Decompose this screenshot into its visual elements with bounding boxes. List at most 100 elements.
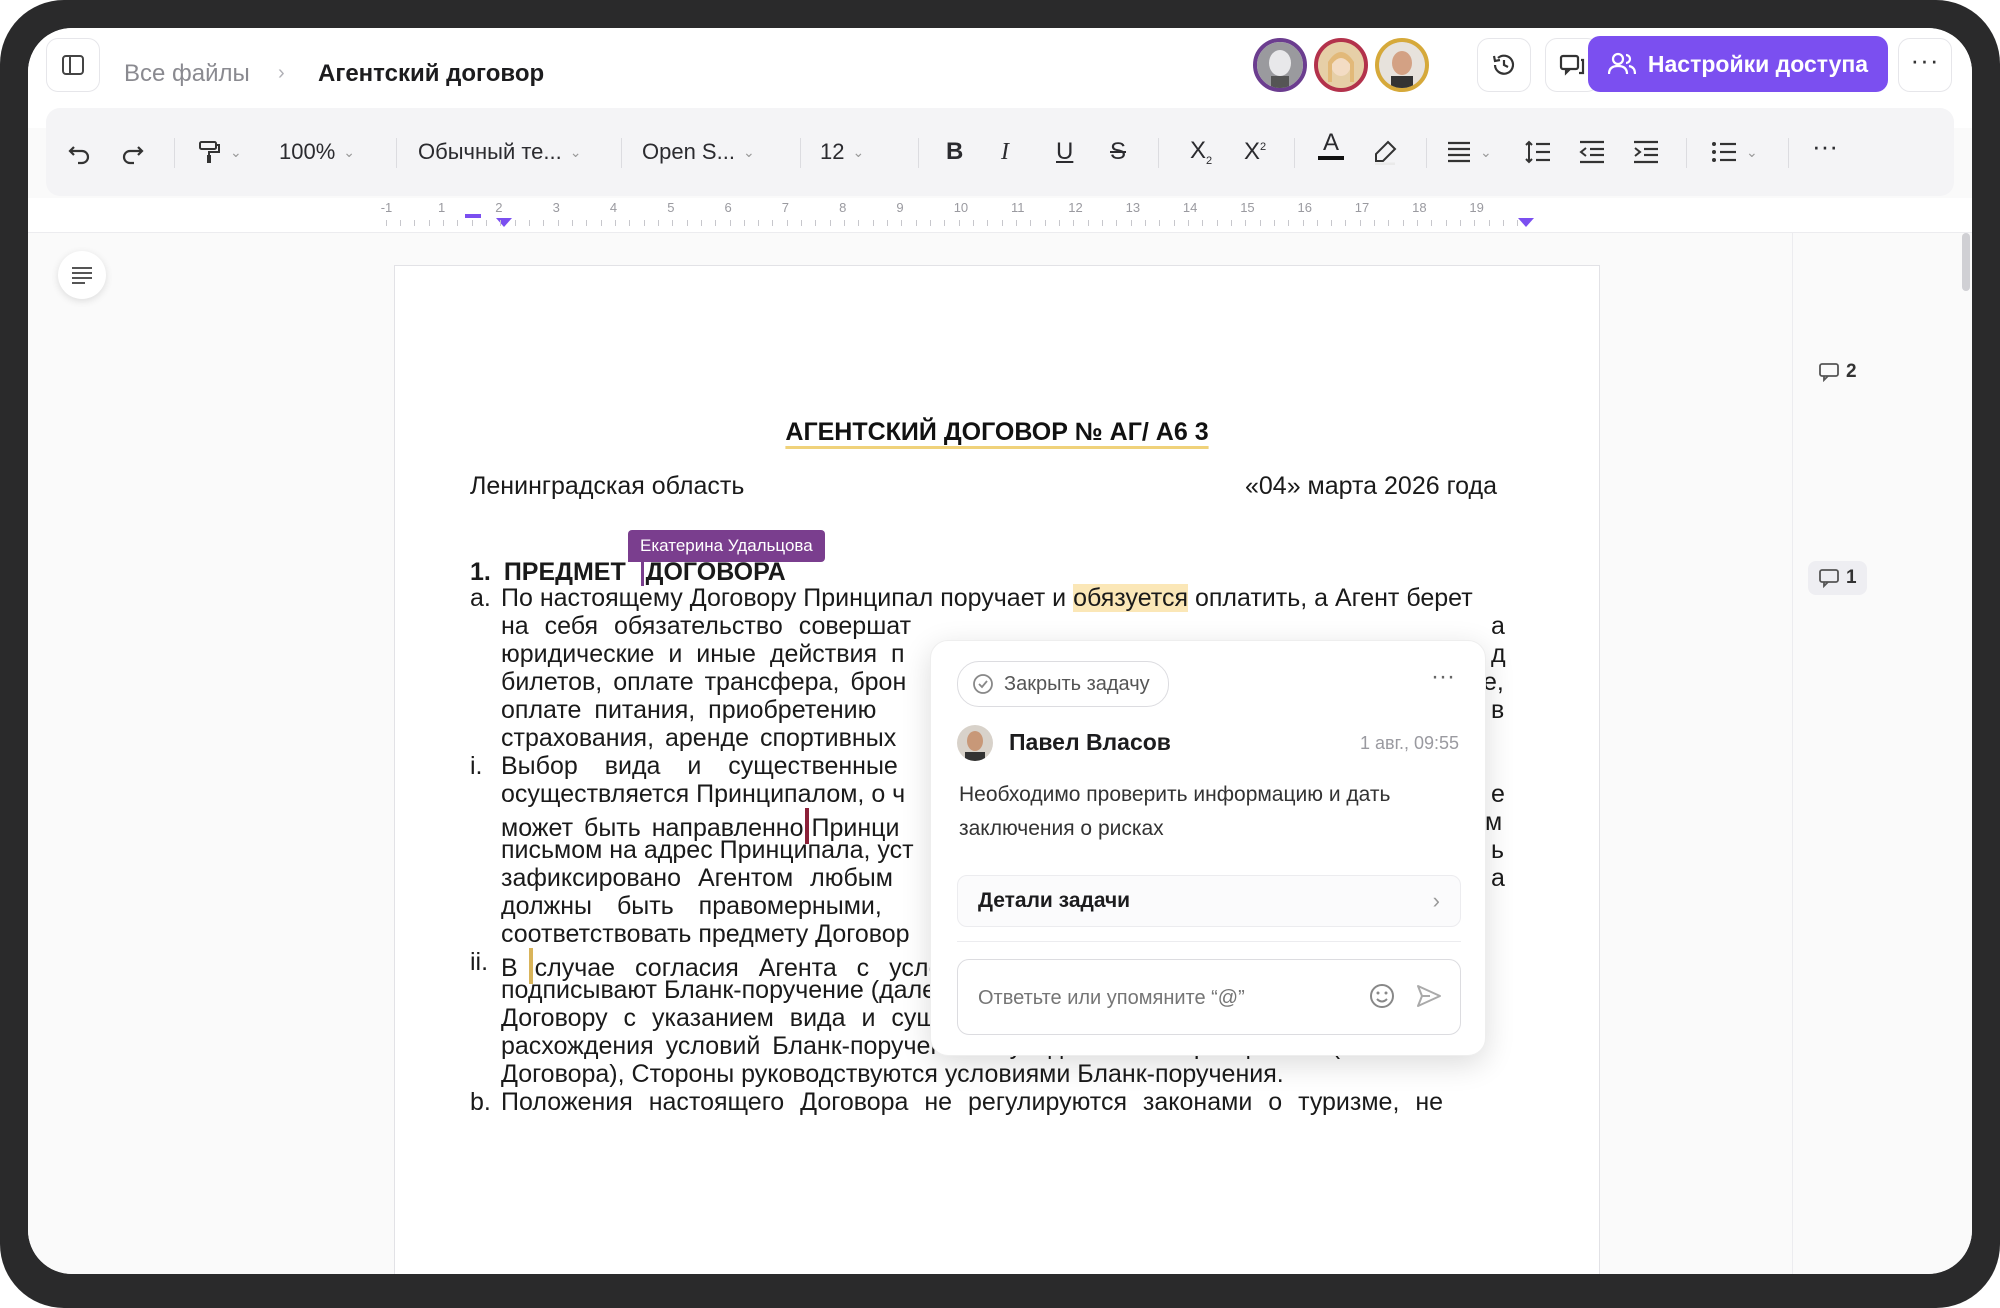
list-select[interactable]: ⌄: [1710, 130, 1758, 174]
paragraph-line: юридические и иные действия п: [501, 640, 905, 668]
breadcrumb-root[interactable]: Все файлы: [124, 60, 250, 88]
format-painter-button[interactable]: ⌄: [196, 130, 242, 174]
comment-thread-marker[interactable]: 2: [1818, 361, 1857, 383]
chevron-down-icon: ⌄: [1480, 143, 1492, 160]
outline-toggle-button[interactable]: [58, 251, 106, 299]
emoji-button[interactable]: [1368, 982, 1396, 1015]
ruler-tick: [1116, 220, 1117, 226]
align-select[interactable]: ⌄: [1446, 130, 1492, 174]
send-button[interactable]: [1416, 984, 1442, 1013]
ruler-tick: [887, 220, 888, 226]
ruler-tick: [658, 220, 659, 226]
subscript-icon: X2: [1190, 137, 1213, 167]
strikethrough-icon: S: [1110, 138, 1127, 165]
ruler-tick: [1245, 220, 1246, 226]
ruler[interactable]: -1 1 2 3 4 5 6 7 8 9 10 11 12 13 14 15 16 17 18 19: [28, 198, 1972, 233]
ruler-tick: [1030, 220, 1031, 226]
ruler-tick: [1002, 220, 1003, 226]
undo-button[interactable]: [66, 130, 92, 174]
ruler-tick: [730, 220, 731, 226]
ruler-tick: [1460, 220, 1461, 226]
ruler-number: 19: [1469, 200, 1484, 215]
document-canvas: АГЕНТСКИЙ ДОГОВОР № АГ/ А6 3 Ленинградск…: [28, 233, 1972, 1274]
comment-text-line: Необходимо проверить информацию и дать: [959, 783, 1391, 806]
document-region: Ленинградская область: [470, 472, 745, 500]
ruler-number: 9: [896, 200, 904, 215]
close-task-button[interactable]: Закрыть задачу: [957, 661, 1169, 707]
outdent-button[interactable]: [1578, 130, 1606, 174]
ruler-tick: [1374, 220, 1375, 226]
font-family-select[interactable]: Open S... ⌄: [642, 130, 755, 174]
line-spacing-button[interactable]: [1524, 130, 1552, 174]
comment-icon: [1819, 569, 1839, 588]
font-size-value: 12: [820, 139, 845, 164]
underline-button[interactable]: U: [1056, 130, 1073, 174]
paragraph-line: оплате питания, приобретению: [501, 696, 877, 724]
format-painter-icon: [199, 141, 220, 163]
text-color-button[interactable]: A: [1318, 130, 1344, 174]
avatar-face-icon: [1379, 42, 1425, 88]
italic-button[interactable]: I: [1001, 130, 1009, 174]
comment-count: 1: [1846, 567, 1857, 588]
redo-icon: [122, 146, 144, 165]
comment-text-line: заключения о рисках: [959, 817, 1164, 840]
ruler-tick: [1317, 220, 1318, 226]
ruler-right-indent-marker[interactable]: [1518, 218, 1534, 227]
ruler-indent-marker[interactable]: [496, 218, 512, 227]
superscript-button[interactable]: X2: [1244, 130, 1266, 174]
paragraph-line: е,: [1483, 668, 1504, 696]
task-details-button[interactable]: Детали задачи ›: [957, 875, 1461, 927]
ruler-tick: [758, 220, 759, 226]
ruler-tick: [1188, 220, 1189, 226]
document-title-text: АГЕНТСКИЙ ДОГОВОР № АГ/ А6 3: [785, 418, 1209, 446]
strikethrough-button[interactable]: S: [1110, 130, 1126, 174]
bold-button[interactable]: B: [946, 130, 963, 174]
highlight-button[interactable]: [1372, 130, 1398, 174]
subscript-button[interactable]: X2: [1190, 130, 1212, 174]
outdent-icon: [1579, 140, 1604, 164]
font-size-select[interactable]: 12 ⌄: [820, 130, 864, 174]
zoom-select[interactable]: 100% ⌄: [279, 130, 355, 174]
users-icon: [1607, 52, 1636, 75]
ruler-tick: [1202, 220, 1203, 226]
ruler-tick: [400, 220, 401, 226]
reply-input[interactable]: [976, 980, 1350, 1016]
paragraph-line: По настоящему Договору Принципал поручае…: [501, 584, 1473, 613]
ruler-tick: [543, 220, 544, 226]
avatar-user-2[interactable]: [1314, 38, 1368, 92]
ruler-number: 6: [724, 200, 732, 215]
redo-button[interactable]: [120, 130, 146, 174]
comment-thread-marker-active[interactable]: 1: [1808, 561, 1867, 595]
toolbar-more-button[interactable]: ···: [1812, 130, 1838, 174]
ruler-tick: [801, 220, 802, 226]
comments-icon: [1559, 54, 1585, 76]
sidebar-toggle-button[interactable]: [46, 38, 100, 92]
task-details-label: Детали задачи: [978, 889, 1131, 912]
ruler-number: 15: [1240, 200, 1255, 215]
paragraph-line: должны быть правомерными,: [501, 892, 882, 920]
ruler-number: 8: [839, 200, 847, 215]
ruler-left-indent-marker[interactable]: [465, 214, 481, 218]
share-settings-button[interactable]: Настройки доступа: [1588, 36, 1888, 92]
ruler-tick: [1274, 220, 1275, 226]
paragraph-line: Выбор вида и существенные: [501, 752, 898, 780]
ruler-tick: [601, 220, 602, 226]
vertical-scrollbar[interactable]: [1962, 233, 1970, 291]
chevron-down-icon: ⌄: [852, 143, 865, 160]
text-color-icon: A: [1322, 129, 1339, 156]
history-button[interactable]: [1477, 38, 1531, 92]
chevron-down-icon: ⌄: [1746, 143, 1758, 160]
ruler-tick: [629, 220, 630, 226]
highlighted-text[interactable]: обязуется: [1073, 584, 1188, 612]
popup-more-button[interactable]: ···: [1431, 663, 1455, 691]
text-run: По настоящему Договору Принципал поручае…: [501, 584, 1067, 612]
ruler-tick: [1446, 220, 1447, 226]
send-icon: [1417, 985, 1441, 1007]
more-menu-button[interactable]: ···: [1898, 38, 1952, 92]
ruler-tick: [901, 220, 902, 226]
avatar-user-1[interactable]: [1253, 38, 1307, 92]
chevron-down-icon: ⌄: [230, 143, 242, 160]
paragraph-style-select[interactable]: Обычный те... ⌄: [418, 130, 582, 174]
avatar-user-3[interactable]: [1375, 38, 1429, 92]
indent-button[interactable]: [1632, 130, 1660, 174]
